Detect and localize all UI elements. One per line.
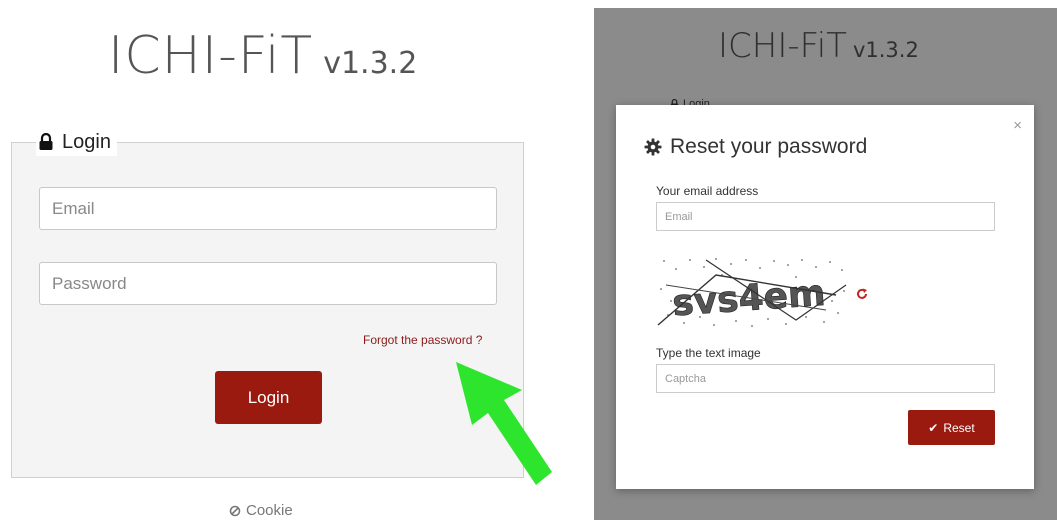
password-placeholder: Password: [52, 273, 127, 293]
email-field[interactable]: Email: [39, 187, 497, 230]
check-icon: ✔: [928, 420, 939, 435]
captcha-image: svs4em: [657, 258, 847, 327]
login-page: ICHI-FiT v1.3.2 Login Email Password Forg…: [0, 0, 560, 520]
reset-email-field[interactable]: Email: [656, 202, 995, 231]
forgot-password-link[interactable]: Forgot the password ?: [363, 333, 482, 347]
cookie-link[interactable]: Cookie: [229, 502, 293, 519]
cookie-label: Cookie: [246, 502, 293, 519]
reset-email-placeholder: Email: [665, 210, 693, 223]
gear-icon: [644, 138, 662, 156]
green-arrow-icon: [456, 362, 552, 485]
app-title-dimmed: ICHI-FiT v1.3.2: [718, 26, 919, 66]
reset-button-label: Reset: [943, 420, 975, 435]
reset-button[interactable]: ✔ Reset: [908, 410, 995, 445]
app-version-dimmed: v1.3.2: [852, 38, 919, 62]
app-title: ICHI-FiT v1.3.2: [108, 26, 417, 96]
close-icon[interactable]: ×: [1013, 117, 1022, 134]
captcha-field[interactable]: Captcha: [656, 364, 995, 393]
captcha-placeholder: Captcha: [665, 372, 706, 385]
app-name: ICHI-FiT: [108, 26, 314, 86]
login-legend-label: Login: [62, 130, 111, 153]
app-version: v1.3.2: [323, 46, 418, 81]
login-button-label: Login: [247, 387, 290, 407]
email-placeholder: Email: [52, 198, 95, 218]
modal-title: Reset your password: [644, 135, 867, 159]
reset-password-page: ICHI-FiT v1.3.2 Login × Reset your passw…: [594, 8, 1057, 520]
login-button[interactable]: Login: [215, 371, 322, 424]
modal-title-label: Reset your password: [670, 135, 868, 158]
lock-icon: [39, 133, 53, 150]
ban-icon: [229, 505, 241, 516]
reset-password-modal: × Reset your password Your email address…: [616, 105, 1034, 489]
app-name-dimmed: ICHI-FiT: [718, 26, 847, 66]
login-legend: Login: [36, 128, 117, 156]
captcha-label: Type the text image: [656, 346, 761, 360]
email-address-label: Your email address: [656, 184, 759, 198]
refresh-captcha-icon[interactable]: [856, 288, 868, 300]
password-field[interactable]: Password: [39, 262, 497, 305]
